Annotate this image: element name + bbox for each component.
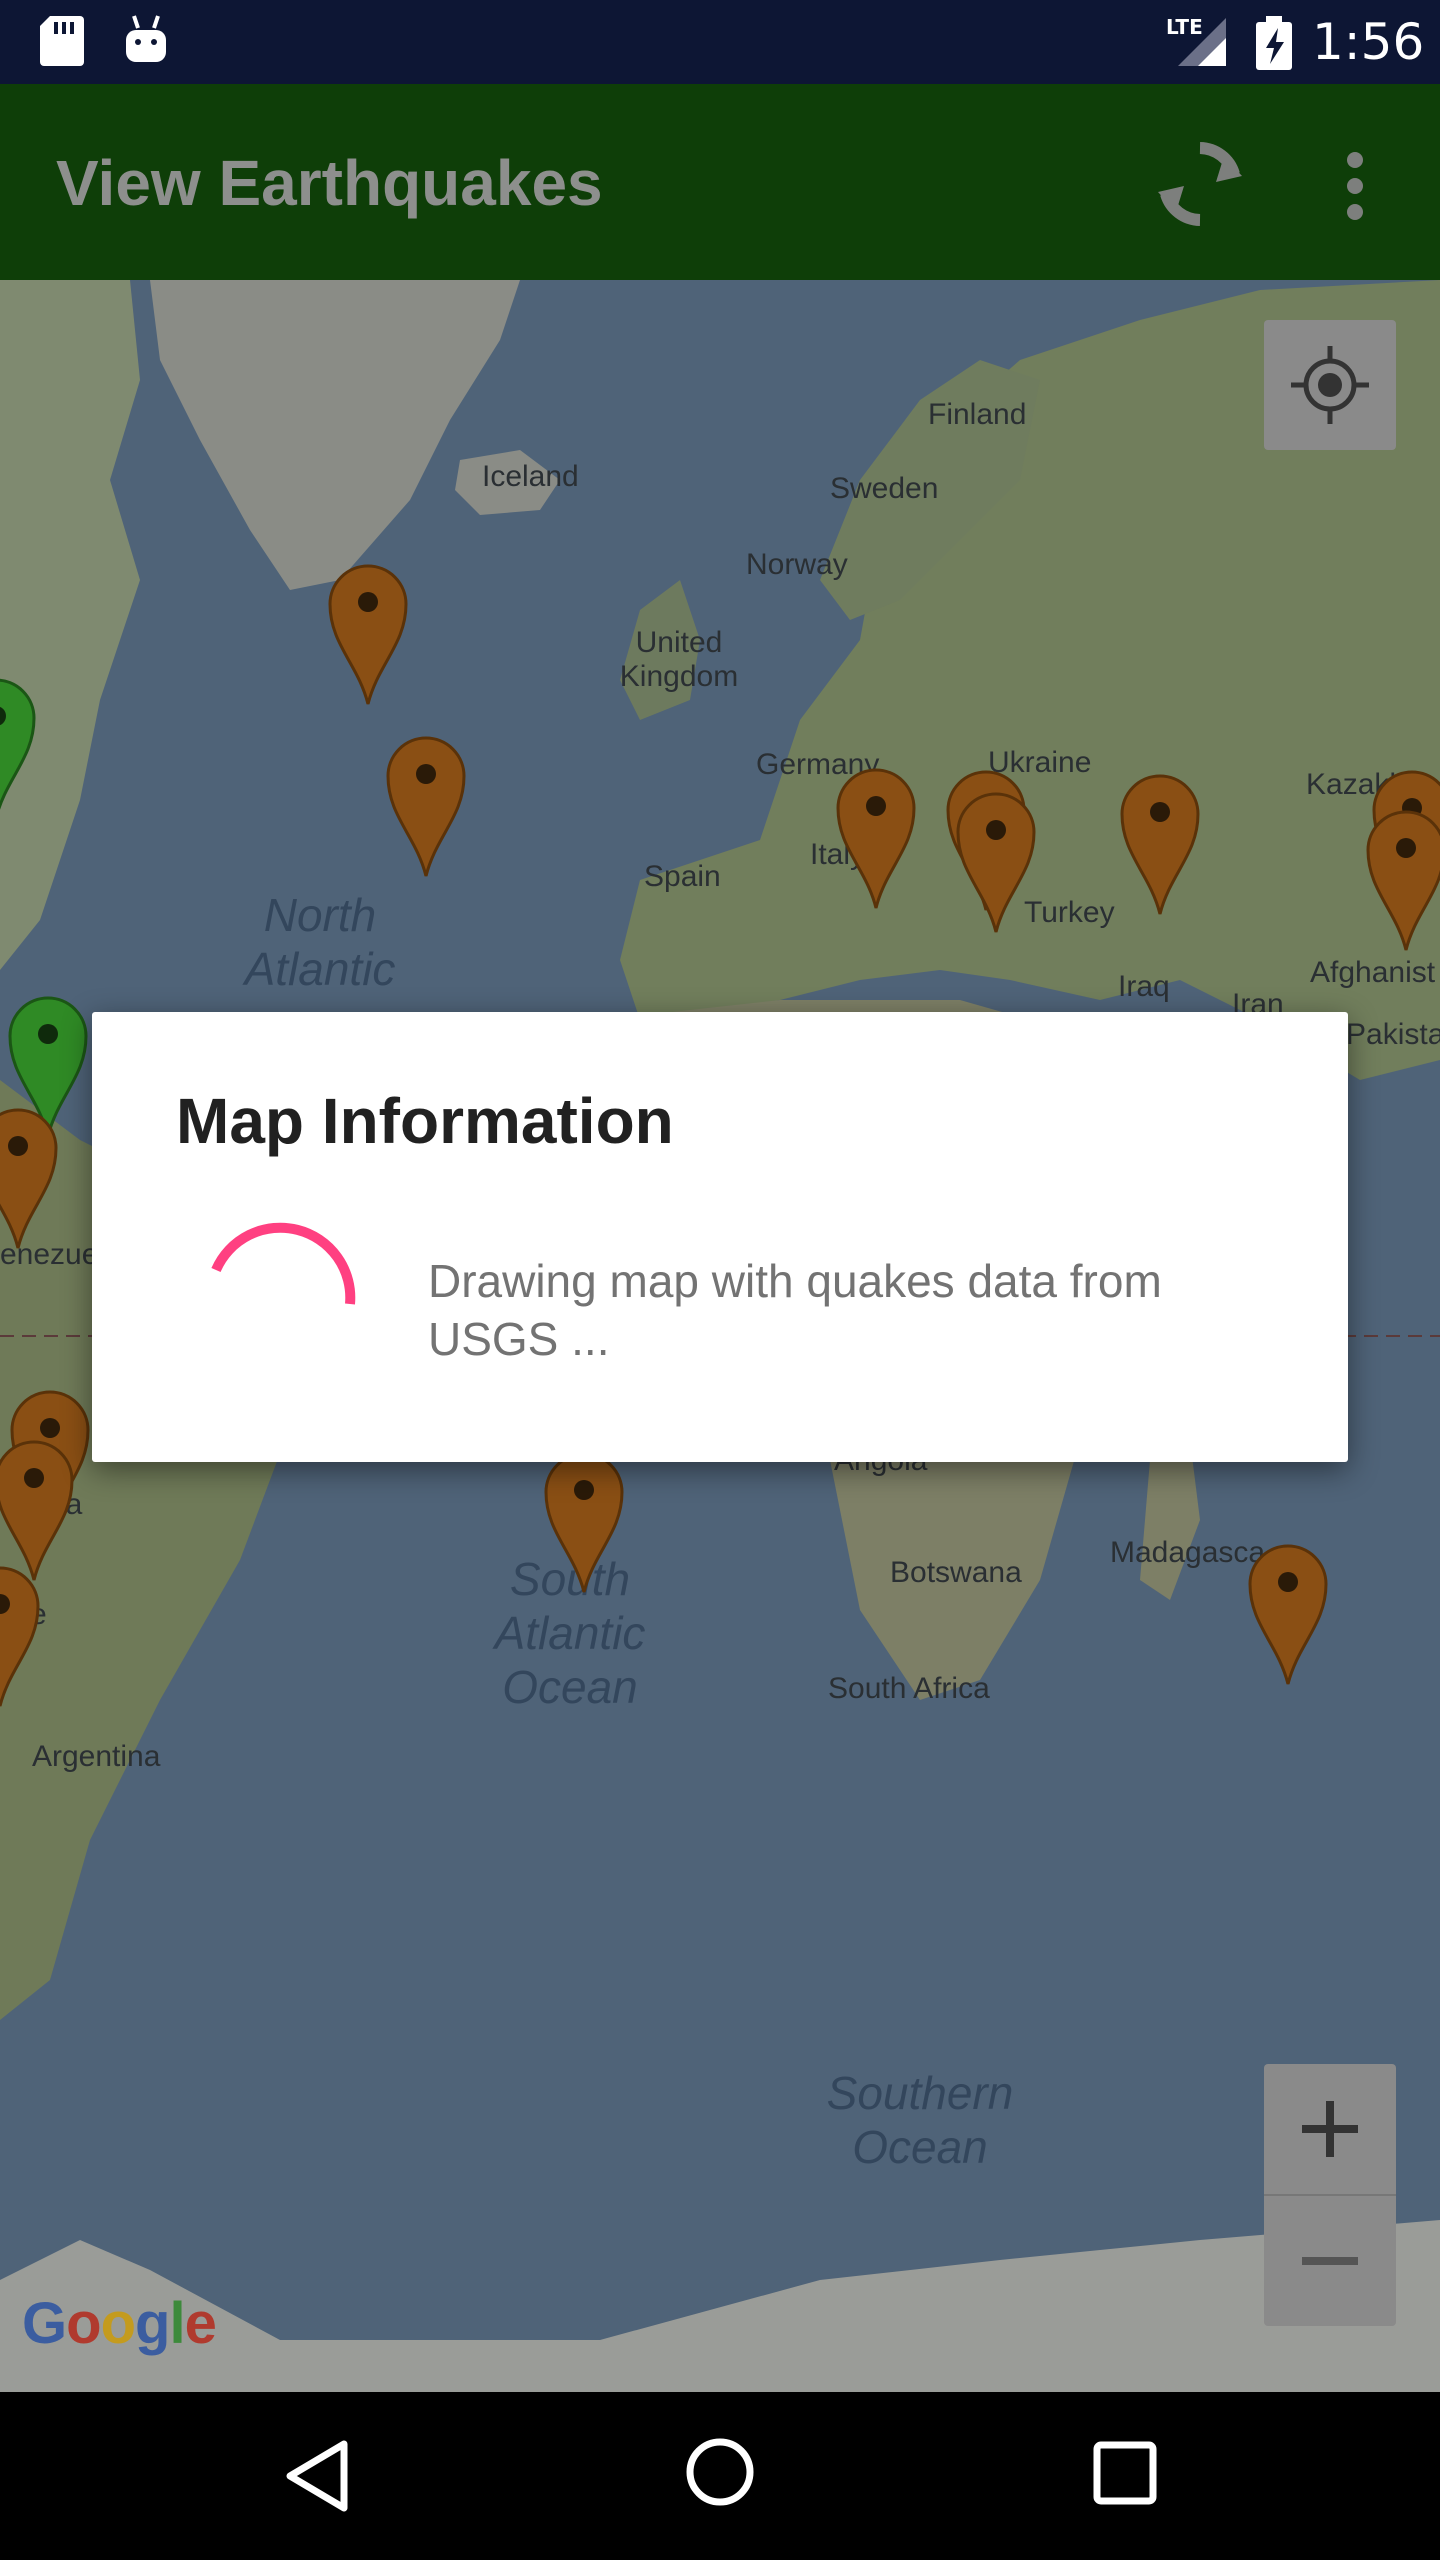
quake-marker-green[interactable] (0, 678, 36, 822)
map-information-dialog: Map Information Drawing map with quakes … (92, 1012, 1348, 1462)
dialog-message: Drawing map with quakes data from USGS .… (428, 1255, 1162, 1365)
map-label-spain: Spain (644, 860, 721, 893)
quake-marker[interactable] (544, 1452, 624, 1596)
status-time: 1:56 (1312, 13, 1425, 71)
android-debug-icon (126, 15, 166, 62)
zoom-out-button[interactable] (1264, 2196, 1396, 2326)
map-label-south-africa: South Africa (828, 1672, 990, 1705)
quake-marker[interactable] (956, 792, 1036, 936)
google-attribution: Google (22, 2291, 217, 2356)
map-label-finland: Finland (928, 398, 1027, 431)
map-label-afghanist: Afghanist (1310, 956, 1436, 989)
home-icon[interactable] (684, 2436, 756, 2508)
sd-card-icon (40, 16, 84, 66)
quake-marker[interactable] (0, 1566, 40, 1710)
my-location-button[interactable] (1264, 320, 1396, 450)
my-location-icon (1291, 346, 1369, 424)
quake-marker[interactable] (1120, 774, 1200, 918)
quake-marker[interactable] (836, 768, 916, 912)
battery-charging-icon (1256, 16, 1292, 70)
map-label-uk: United Kingdom (619, 626, 739, 693)
quake-marker[interactable] (328, 564, 408, 708)
zoom-in-button[interactable] (1264, 2064, 1396, 2196)
map-label-botswana: Botswana (890, 1556, 1022, 1589)
ocean-label-north-atlantic: North Atlantic (244, 889, 396, 995)
app-bar: View Earthquakes (0, 84, 1440, 280)
quake-marker[interactable] (386, 736, 466, 880)
dialog-title: Map Information (176, 1085, 674, 1157)
refresh-icon[interactable] (1150, 134, 1250, 234)
lte-signal-icon: LTE (1166, 15, 1226, 66)
more-vert-icon[interactable] (1330, 146, 1380, 226)
map-label-pakista: Pakista (1346, 1018, 1440, 1051)
back-icon[interactable] (280, 2436, 354, 2516)
map-label-iraq: Iraq (1118, 970, 1170, 1003)
quake-marker[interactable] (1248, 1544, 1328, 1688)
quake-marker[interactable] (1366, 810, 1440, 954)
navigation-bar (0, 2392, 1440, 2560)
map-label-iceland: Iceland (482, 460, 579, 493)
ocean-label-southern: Southern Ocean (826, 2067, 1014, 2173)
map-label-turkey: Turkey (1024, 896, 1115, 929)
map-label-madagascar: Madagasca (1110, 1536, 1266, 1569)
quake-marker[interactable] (0, 1440, 74, 1584)
loading-spinner-icon (211, 1222, 356, 1305)
svg-text:LTE: LTE (1166, 15, 1203, 39)
status-bar: LTE 1:56 (0, 0, 1440, 84)
app-title: View Earthquakes (56, 147, 603, 219)
plus-icon (1302, 2101, 1358, 2157)
map-label-norway: Norway (746, 548, 848, 581)
recents-icon[interactable] (1092, 2440, 1158, 2506)
map-label-argentina: Argentina (32, 1740, 161, 1773)
minus-icon (1302, 2257, 1358, 2265)
quake-marker[interactable] (0, 1108, 58, 1252)
map-label-sweden: Sweden (830, 472, 939, 505)
